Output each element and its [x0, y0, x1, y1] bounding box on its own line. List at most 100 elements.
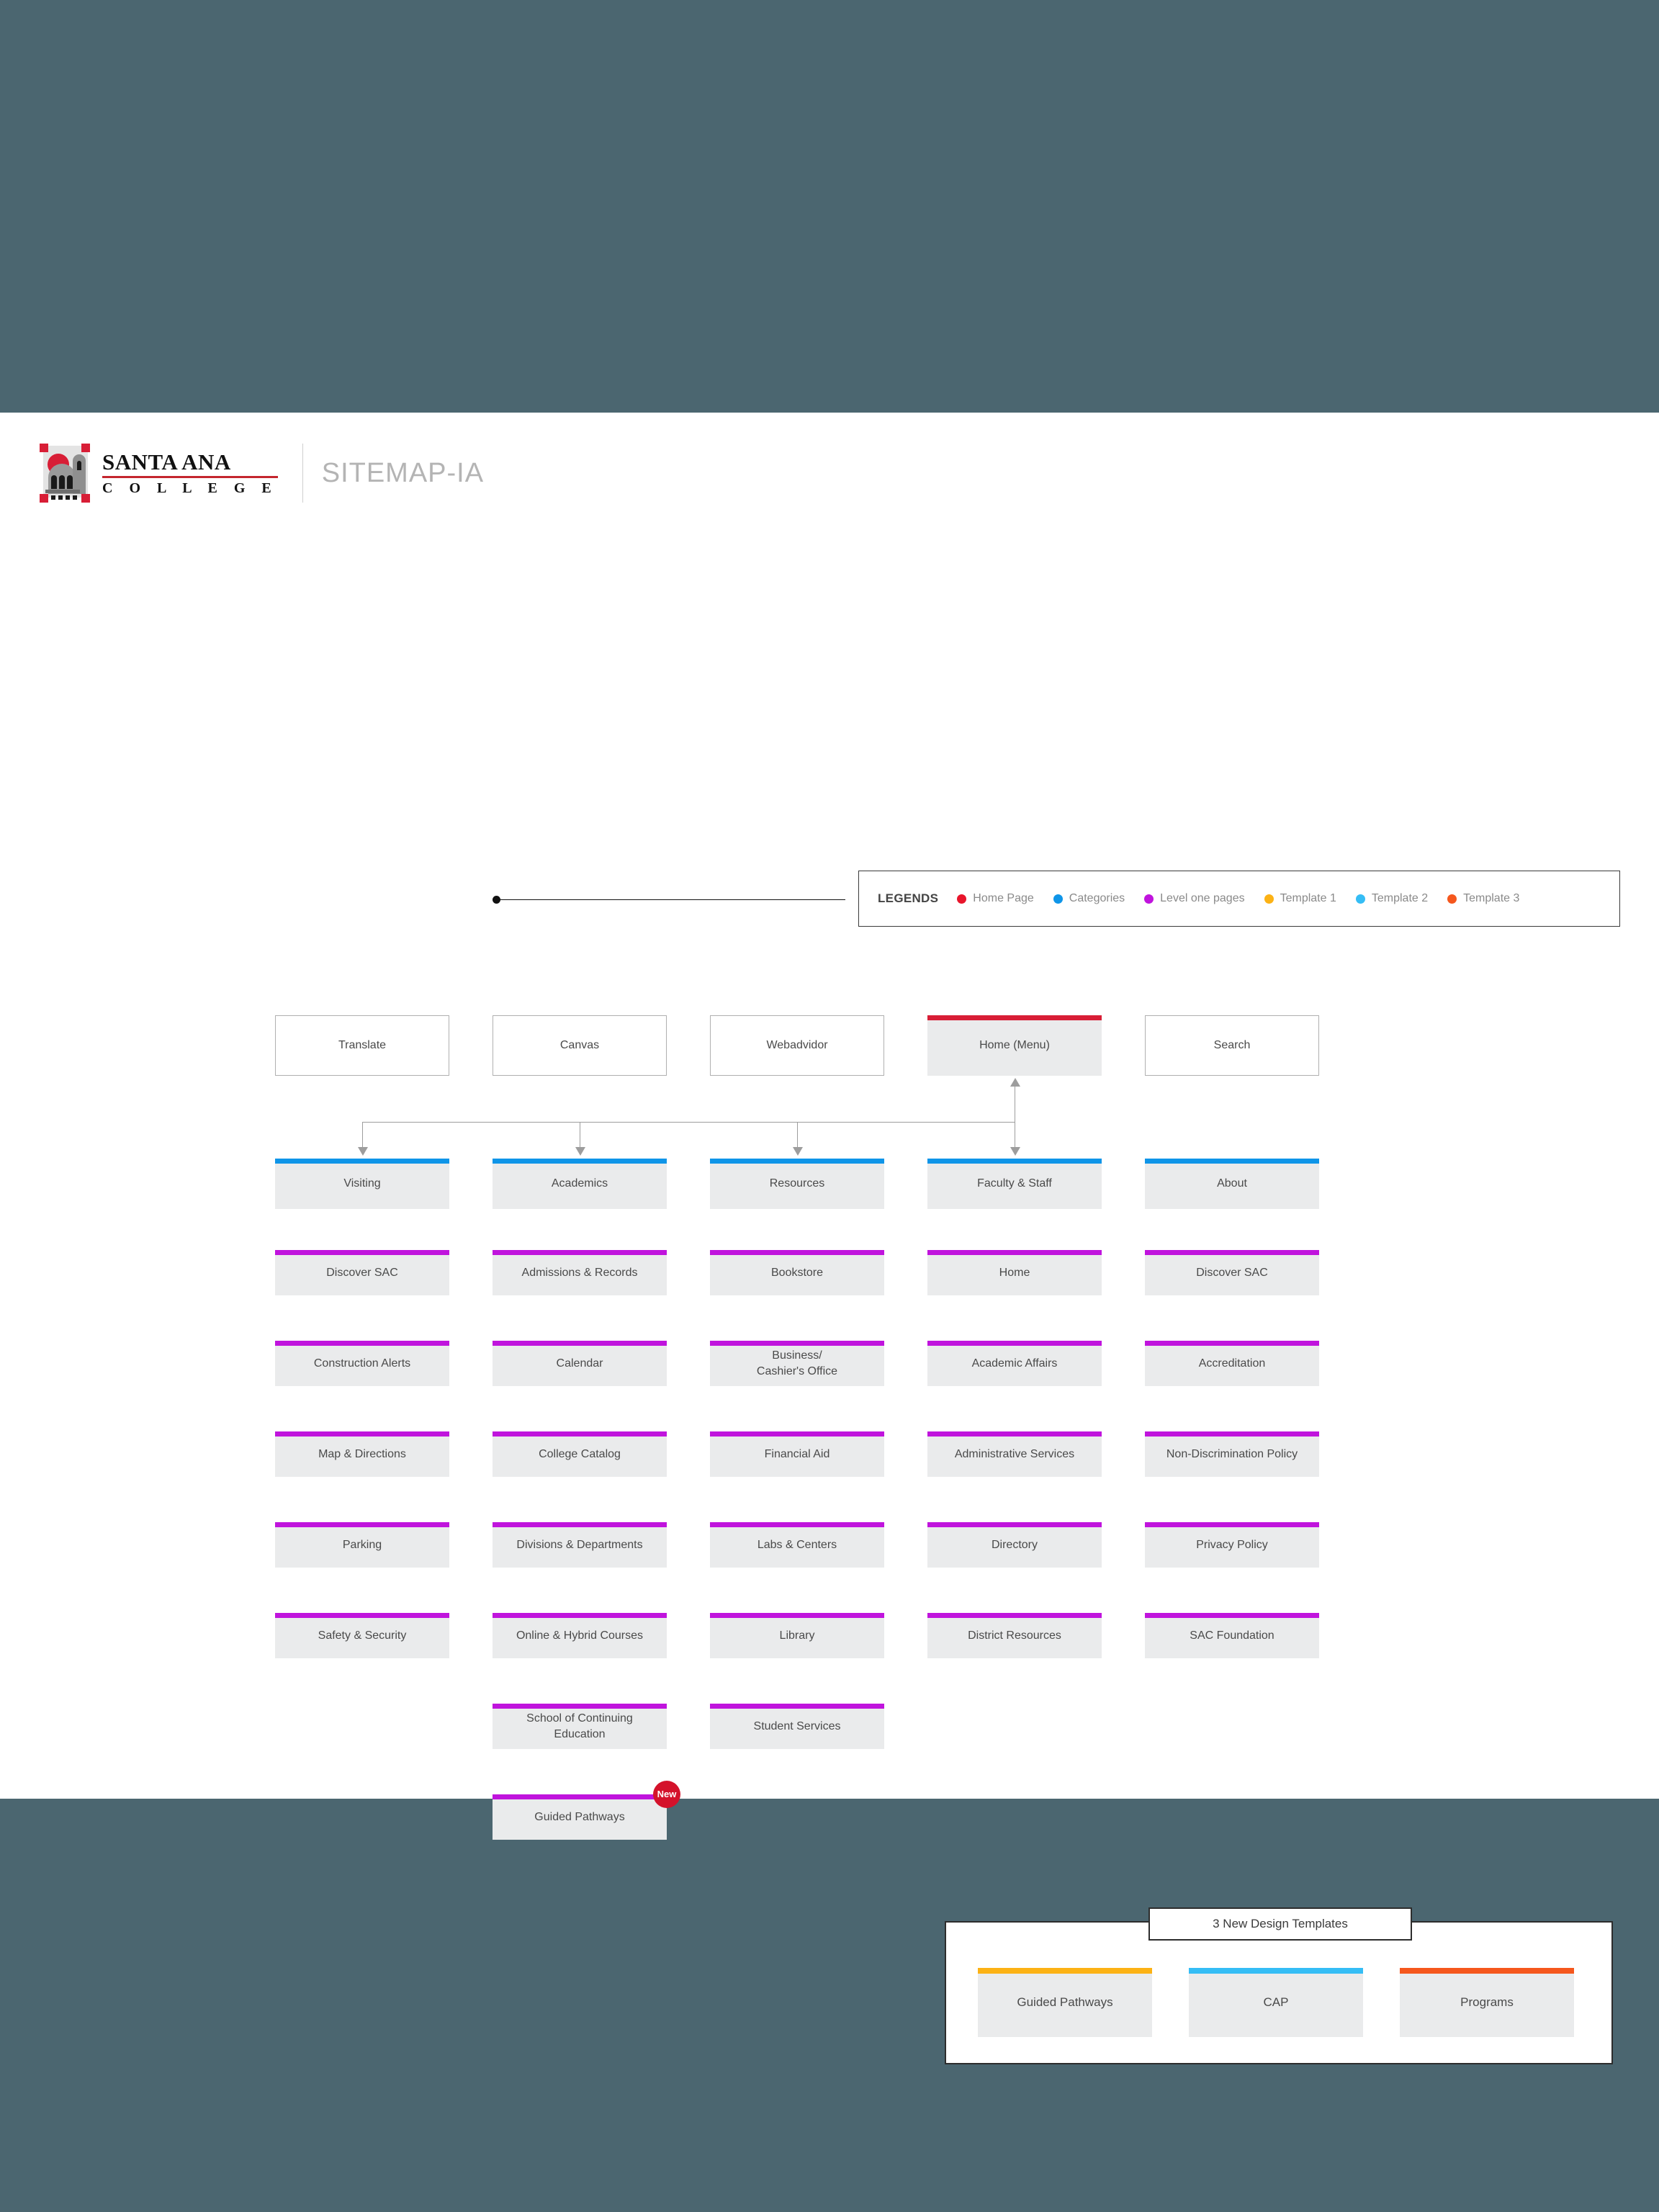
node-color-bar: [710, 1159, 884, 1164]
utility-node-webadvidor[interactable]: Webadvidor: [710, 1015, 884, 1076]
node-label: Safety & Security: [318, 1629, 407, 1642]
node-color-bar: [1145, 1159, 1319, 1164]
node-color-bar: [927, 1015, 1102, 1020]
template-node-label: Guided Pathways: [1017, 1995, 1113, 2009]
page-node-academics-6[interactable]: Guided Pathways New: [493, 1781, 680, 1840]
page-node-visiting-2[interactable]: Map & Directions: [275, 1431, 449, 1477]
node-label: Directory: [991, 1538, 1038, 1551]
template-node-guided-pathways[interactable]: Guided Pathways: [978, 1968, 1152, 2037]
node-color-bar: [1145, 1250, 1319, 1255]
page-node-academics-5[interactable]: School of Continuing Education: [493, 1704, 667, 1749]
node-label: Construction Alerts: [313, 1357, 411, 1370]
category-node-resources[interactable]: Resources: [710, 1159, 884, 1209]
connector-drop-2: [797, 1122, 798, 1148]
page-node-about-3[interactable]: Privacy Policy: [1145, 1522, 1319, 1568]
node-color-bar: [493, 1431, 667, 1437]
template-color-bar: [1400, 1968, 1574, 1974]
category-node-visiting[interactable]: Visiting: [275, 1159, 449, 1209]
node-color-bar: [927, 1159, 1102, 1164]
utility-node-translate[interactable]: Translate: [275, 1015, 449, 1076]
page-node-visiting-3[interactable]: Parking: [275, 1522, 449, 1568]
node-color-bar: [493, 1794, 667, 1799]
page-node-academics-0[interactable]: Admissions & Records: [493, 1250, 667, 1295]
node-label: Academic Affairs: [971, 1357, 1058, 1370]
node-color-bar: [275, 1250, 449, 1255]
template-node-programs[interactable]: Programs: [1400, 1968, 1574, 2037]
page-node-academics-3[interactable]: Divisions & Departments: [493, 1522, 667, 1568]
node-label: Search: [1213, 1039, 1251, 1052]
page-node-faculty-staff-2[interactable]: Administrative Services: [927, 1431, 1102, 1477]
node-label: Labs & Centers: [757, 1538, 837, 1551]
sitemap-diagram: Translate Canvas Webadvidor Home (Menu) Sear…: [0, 413, 1659, 1840]
category-node-faculty-staff[interactable]: Faculty & Staff: [927, 1159, 1102, 1209]
page-node-academics-1[interactable]: Calendar: [493, 1341, 667, 1386]
node-color-bar: [493, 1159, 667, 1164]
node-label: Discover SAC: [326, 1266, 398, 1279]
node-color-bar: [275, 1522, 449, 1527]
page-node-about-1[interactable]: Accreditation: [1145, 1341, 1319, 1386]
node-label: Guided Pathways: [534, 1810, 625, 1823]
node-label: Accreditation: [1198, 1357, 1266, 1370]
connector-arrow-down-1: [575, 1147, 585, 1156]
template-node-cap[interactable]: CAP: [1189, 1968, 1363, 2037]
page-node-academics-2[interactable]: College Catalog: [493, 1431, 667, 1477]
page-node-about-4[interactable]: SAC Foundation: [1145, 1613, 1319, 1658]
page-node-faculty-staff-4[interactable]: District Resources: [927, 1613, 1102, 1658]
node-label: Online & Hybrid Courses: [516, 1629, 644, 1642]
node-color-bar: [275, 1431, 449, 1437]
template-color-bar: [978, 1968, 1152, 1974]
page-node-visiting-4[interactable]: Safety & Security: [275, 1613, 449, 1658]
page-node-about-0[interactable]: Discover SAC: [1145, 1250, 1319, 1295]
node-color-bar: [710, 1522, 884, 1527]
page-node-resources-3[interactable]: Labs & Centers: [710, 1522, 884, 1568]
page-node-resources-2[interactable]: Financial Aid: [710, 1431, 884, 1477]
node-label: Home: [999, 1266, 1030, 1279]
page-node-visiting-1[interactable]: Construction Alerts: [275, 1341, 449, 1386]
node-label: Administrative Services: [954, 1447, 1075, 1460]
node-color-bar: [710, 1250, 884, 1255]
page-node-about-2[interactable]: Non-Discrimination Policy: [1145, 1431, 1319, 1477]
connector-drop-0: [362, 1122, 363, 1148]
node-label: Discover SAC: [1196, 1266, 1268, 1279]
page-node-faculty-staff-0[interactable]: Home: [927, 1250, 1102, 1295]
node-color-bar: [493, 1341, 667, 1346]
node-color-bar: [710, 1341, 884, 1346]
node-label: Home (Menu): [979, 1039, 1050, 1052]
page-node-resources-5[interactable]: Student Services: [710, 1704, 884, 1749]
category-node-about[interactable]: About: [1145, 1159, 1319, 1209]
node-label: Business/Cashier's Office: [756, 1349, 838, 1377]
node-label: Parking: [342, 1538, 382, 1551]
node-color-bar: [275, 1613, 449, 1618]
node-color-bar: [927, 1613, 1102, 1618]
node-label: Webadvidor: [766, 1039, 828, 1052]
page-node-academics-4[interactable]: Online & Hybrid Courses: [493, 1613, 667, 1658]
template-color-bar: [1189, 1968, 1363, 1974]
page-node-faculty-staff-1[interactable]: Academic Affairs: [927, 1341, 1102, 1386]
utility-node-home-menu[interactable]: Home (Menu): [927, 1015, 1102, 1076]
node-label: About: [1217, 1177, 1247, 1190]
node-label: Non-Discrimination Policy: [1166, 1447, 1298, 1460]
node-color-bar: [493, 1522, 667, 1527]
node-label: Faculty & Staff: [977, 1177, 1052, 1190]
page-node-resources-1[interactable]: Business/Cashier's Office: [710, 1341, 884, 1386]
page-node-resources-0[interactable]: Bookstore: [710, 1250, 884, 1295]
page-node-visiting-0[interactable]: Discover SAC: [275, 1250, 449, 1295]
node-color-bar: [710, 1431, 884, 1437]
new-badge: New: [653, 1781, 680, 1808]
node-label: Privacy Policy: [1196, 1538, 1268, 1551]
node-label: Visiting: [343, 1177, 381, 1190]
node-color-bar: [493, 1704, 667, 1709]
node-color-bar: [275, 1341, 449, 1346]
page-node-resources-4[interactable]: Library: [710, 1613, 884, 1658]
connector-bus: [362, 1122, 1015, 1123]
node-label: College Catalog: [539, 1447, 621, 1460]
node-label: Student Services: [753, 1719, 841, 1732]
template-node-label: CAP: [1263, 1995, 1289, 2009]
category-node-academics[interactable]: Academics: [493, 1159, 667, 1209]
utility-node-search[interactable]: Search: [1145, 1015, 1319, 1076]
node-label: Translate: [338, 1039, 387, 1052]
connector-arrow-up-home: [1010, 1078, 1020, 1087]
node-label: Divisions & Departments: [516, 1538, 643, 1551]
utility-node-canvas[interactable]: Canvas: [493, 1015, 667, 1076]
page-node-faculty-staff-3[interactable]: Directory: [927, 1522, 1102, 1568]
